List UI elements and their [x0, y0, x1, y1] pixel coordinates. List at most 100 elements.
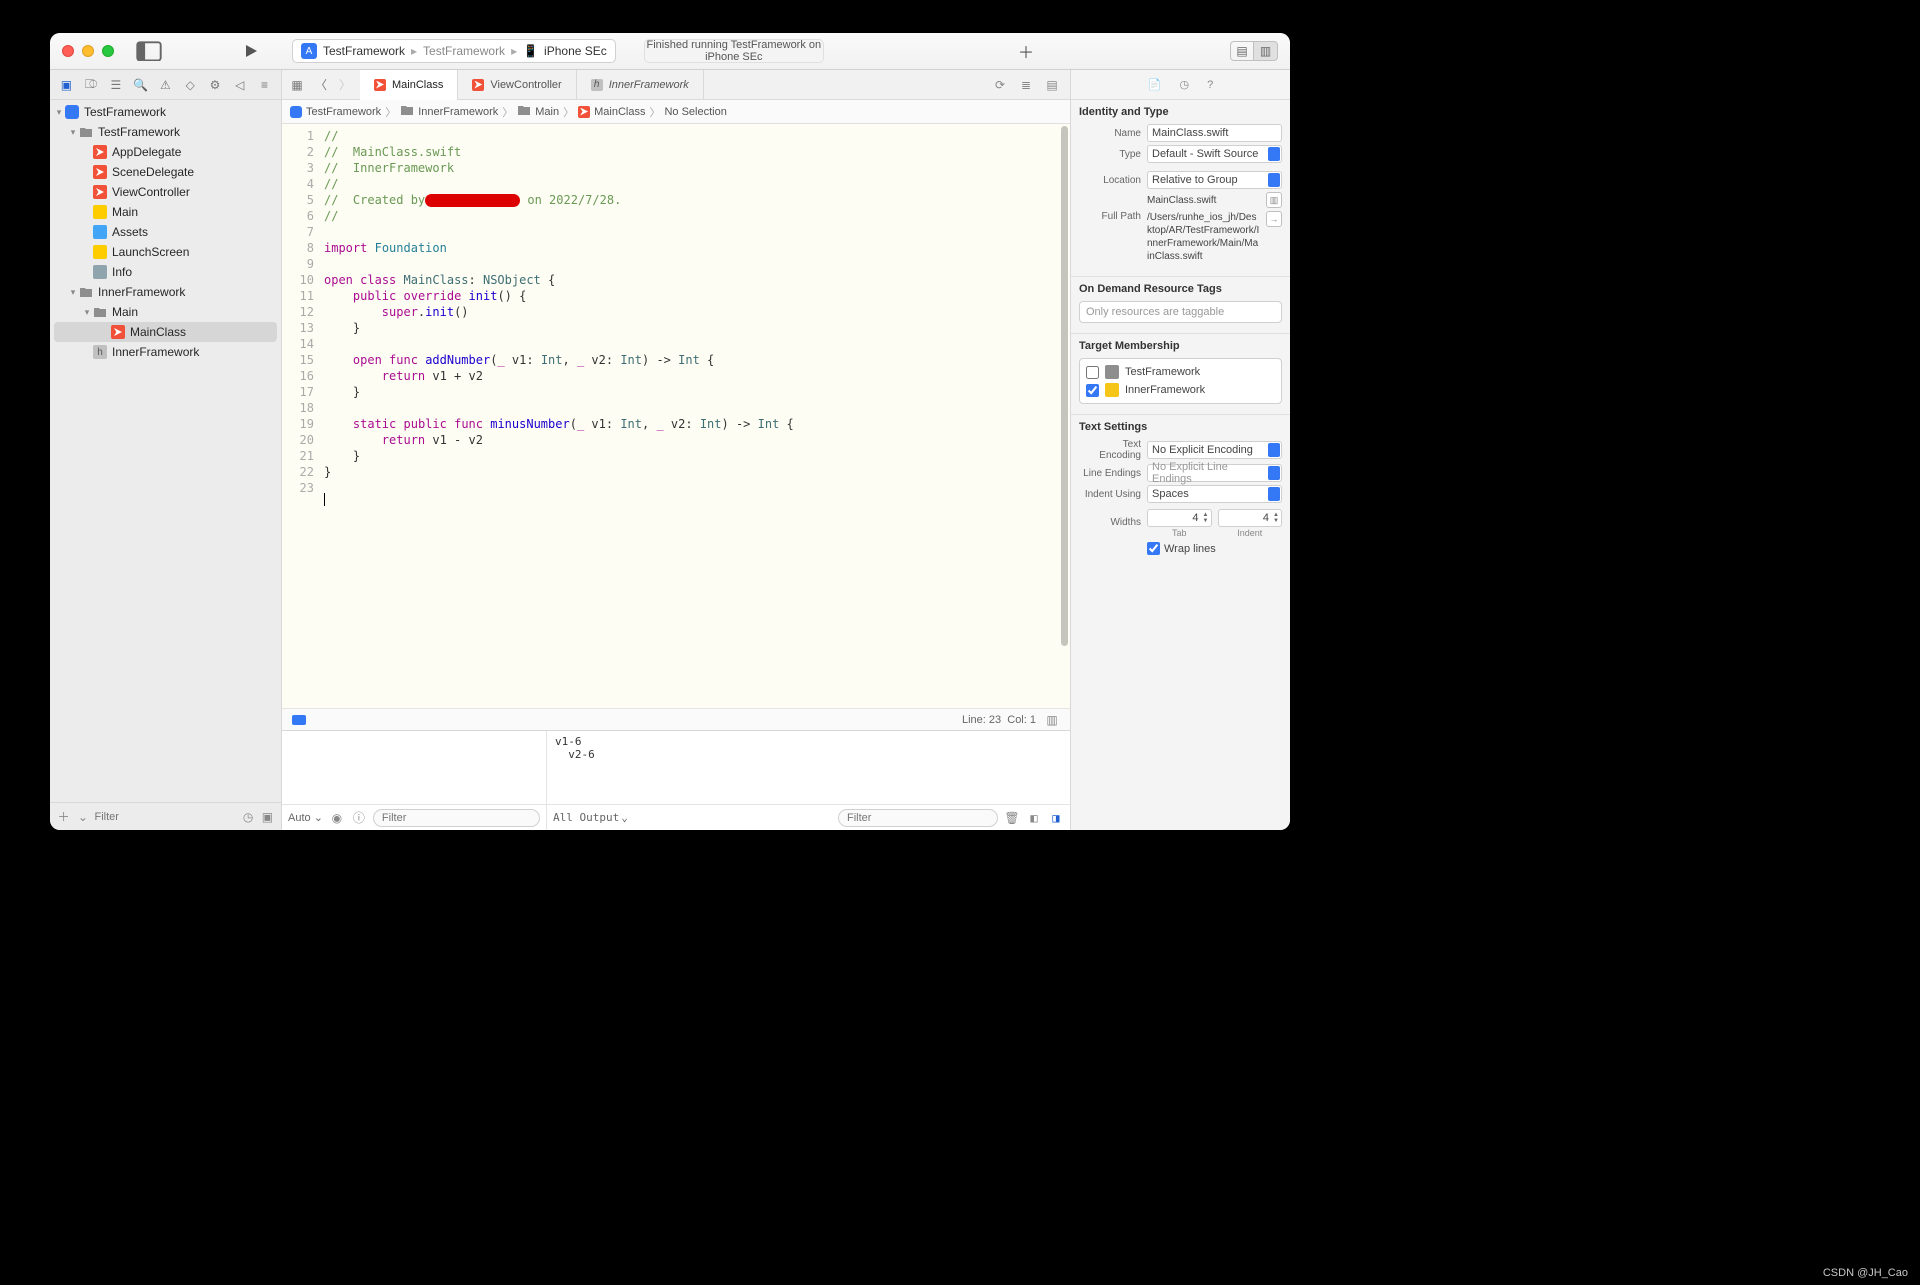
variables-filter-input[interactable]: [373, 809, 540, 827]
text-encoding-select[interactable]: No Explicit Encoding: [1147, 441, 1282, 459]
name-field[interactable]: MainClass.swift: [1147, 124, 1282, 142]
tree-root[interactable]: ▾TestFramework: [50, 102, 281, 122]
target-icon: [1105, 383, 1119, 397]
zoom-window[interactable]: [102, 45, 114, 57]
add-file-icon[interactable]: ＋: [56, 808, 71, 825]
line-endings-select[interactable]: No Explicit Line Endings: [1147, 464, 1282, 482]
debug-navigator-icon[interactable]: ⚙: [205, 75, 225, 95]
refresh-icon[interactable]: ⟳: [990, 75, 1010, 95]
info-icon[interactable]: ⓘ: [351, 809, 367, 826]
forward-button[interactable]: 〉: [334, 74, 356, 96]
full-path: /Users/runhe_ios_jh/Desktop/AR/TestFrame…: [1147, 211, 1260, 263]
variables-view[interactable]: Auto ⌄ ◉ ⓘ: [282, 731, 547, 830]
project-tree[interactable]: ▾TestFramework ▾TestFramework AppDelegat…: [50, 100, 281, 802]
issue-navigator-icon[interactable]: ⚠: [155, 75, 175, 95]
target-checkbox[interactable]: [1086, 384, 1099, 397]
debug-area: Auto ⌄ ◉ ⓘ v1-6 v2-6 All Output ⌄ 🗑 ◧ ◨: [282, 730, 1070, 830]
vertical-scrollbar[interactable]: [1061, 126, 1068, 706]
navigator-filter-input[interactable]: [95, 811, 237, 823]
target-innerframework[interactable]: InnerFramework: [1086, 381, 1275, 399]
test-navigator-icon[interactable]: ◇: [180, 75, 200, 95]
tree-item-launchscreen[interactable]: LaunchScreen: [50, 242, 281, 262]
activity-status: Finished running TestFramework on iPhone…: [644, 39, 824, 63]
tree-item-mainstoryboard[interactable]: Main: [50, 202, 281, 222]
recent-icon[interactable]: ◷: [241, 810, 256, 824]
right-panel-icon[interactable]: ◨: [1048, 811, 1064, 825]
console-output: v1-6 v2-6: [555, 735, 1062, 761]
breakpoint-navigator-icon[interactable]: ◁: [230, 75, 250, 95]
file-inspector-icon[interactable]: 📄: [1148, 78, 1162, 91]
close-window[interactable]: [62, 45, 74, 57]
editor-area: ▦ 〈 〉 MainClassViewControllerhInnerFrame…: [282, 70, 1070, 830]
back-button[interactable]: 〈: [310, 74, 332, 96]
tree-item-inner-header[interactable]: hInnerFramework: [50, 342, 281, 362]
add-editor-button[interactable]: ＋: [1018, 39, 1034, 63]
header-icon: h: [591, 79, 603, 91]
swift-icon: [472, 79, 484, 91]
tree-item-viewcontroller[interactable]: ViewController: [50, 182, 281, 202]
jump-bar[interactable]: TestFramework 〉 InnerFramework 〉 Main 〉 …: [282, 100, 1070, 124]
console-filter-input[interactable]: [838, 809, 998, 827]
help-inspector-icon[interactable]: ?: [1207, 79, 1213, 91]
code-content[interactable]: //// MainClass.swift// InnerFramework///…: [320, 124, 1070, 708]
console-view[interactable]: v1-6 v2-6 All Output ⌄ 🗑 ◧ ◨: [547, 731, 1070, 830]
app-icon: A: [301, 43, 317, 59]
auto-scope[interactable]: Auto ⌄: [288, 811, 323, 824]
scheme-target-left: TestFramework: [423, 44, 505, 58]
eye-icon[interactable]: ◉: [329, 811, 345, 825]
tree-group-testframework[interactable]: ▾TestFramework: [50, 122, 281, 142]
type-select[interactable]: Default - Swift Source: [1147, 145, 1282, 163]
tree-item-appdelegate[interactable]: AppDelegate: [50, 142, 281, 162]
source-control-navigator-icon[interactable]: ⎄: [81, 75, 101, 95]
symbol-navigator-icon[interactable]: ☰: [106, 75, 126, 95]
tab-mainclass[interactable]: MainClass: [360, 70, 458, 100]
left-panel-icon[interactable]: ◧: [1026, 811, 1042, 825]
tree-item-scenedelegate[interactable]: SceneDelegate: [50, 162, 281, 182]
minimap-toggle-icon[interactable]: [292, 715, 306, 725]
tab-width-stepper[interactable]: 4▲▼: [1147, 509, 1212, 527]
assistant-icon[interactable]: ▤: [1042, 75, 1062, 95]
editor-options-icon[interactable]: ▥: [1044, 713, 1060, 727]
watermark: CSDN @JH_Cao: [1823, 1267, 1908, 1279]
tab-innerframework[interactable]: hInnerFramework: [577, 70, 704, 100]
scheme-name: TestFramework: [323, 44, 405, 58]
tree-item-mainclass[interactable]: MainClass: [54, 322, 277, 342]
location-select[interactable]: Relative to Group: [1147, 171, 1282, 189]
identity-section: Identity and Type NameMainClass.swift Ty…: [1071, 100, 1290, 277]
navigator-filter: ＋ ⌄ ◷ ▣: [50, 802, 281, 830]
filter-icon[interactable]: ⌄: [75, 810, 90, 824]
tree-group-innerframework[interactable]: ▾InnerFramework: [50, 282, 281, 302]
source-editor[interactable]: 1234567891011121314151617181920212223 //…: [282, 124, 1070, 708]
trash-icon[interactable]: 🗑: [1004, 811, 1020, 825]
choose-location-icon[interactable]: ▥: [1266, 192, 1282, 208]
indent-width-stepper[interactable]: 4▲▼: [1218, 509, 1283, 527]
target-testframework[interactable]: TestFramework: [1086, 363, 1275, 381]
project-navigator-icon[interactable]: ▣: [56, 75, 76, 95]
tree-item-info[interactable]: Info: [50, 262, 281, 282]
editor-status-bar: Line: 23 Col: 1 ▥: [282, 708, 1070, 730]
reveal-icon[interactable]: →: [1266, 211, 1282, 227]
inspector-toggle[interactable]: ▥: [1254, 41, 1278, 61]
sidebar-toggle-icon[interactable]: [136, 40, 162, 62]
traffic-lights: [62, 45, 114, 57]
indent-using-select[interactable]: Spaces: [1147, 485, 1282, 503]
console-scope[interactable]: All Output ⌄: [553, 811, 628, 824]
report-navigator-icon[interactable]: ≡: [255, 75, 275, 95]
target-checkbox[interactable]: [1086, 366, 1099, 379]
navigator: ▣ ⎄ ☰ 🔍 ⚠ ◇ ⚙ ◁ ≡ ▾TestFramework ▾TestFr…: [50, 70, 282, 830]
scheme-selector[interactable]: A TestFramework ▸ TestFramework ▸ 📱 iPho…: [292, 39, 616, 63]
run-button[interactable]: [238, 40, 264, 62]
line-gutter: 1234567891011121314151617181920212223: [282, 124, 320, 708]
tree-item-assets[interactable]: Assets: [50, 222, 281, 242]
minimize-window[interactable]: [82, 45, 94, 57]
adjust-editor-icon[interactable]: ≣: [1016, 75, 1036, 95]
history-inspector-icon[interactable]: ◷: [1179, 78, 1189, 91]
debug-area-toggle[interactable]: ▤: [1230, 41, 1254, 61]
scm-filter-icon[interactable]: ▣: [260, 810, 275, 824]
wrap-lines-checkbox[interactable]: [1147, 542, 1160, 555]
tab-viewcontroller[interactable]: ViewController: [458, 70, 576, 100]
scheme-target-right: iPhone SEc: [544, 44, 607, 58]
tree-group-main[interactable]: ▾Main: [50, 302, 281, 322]
related-items-icon[interactable]: ▦: [286, 74, 308, 96]
find-navigator-icon[interactable]: 🔍: [131, 75, 151, 95]
